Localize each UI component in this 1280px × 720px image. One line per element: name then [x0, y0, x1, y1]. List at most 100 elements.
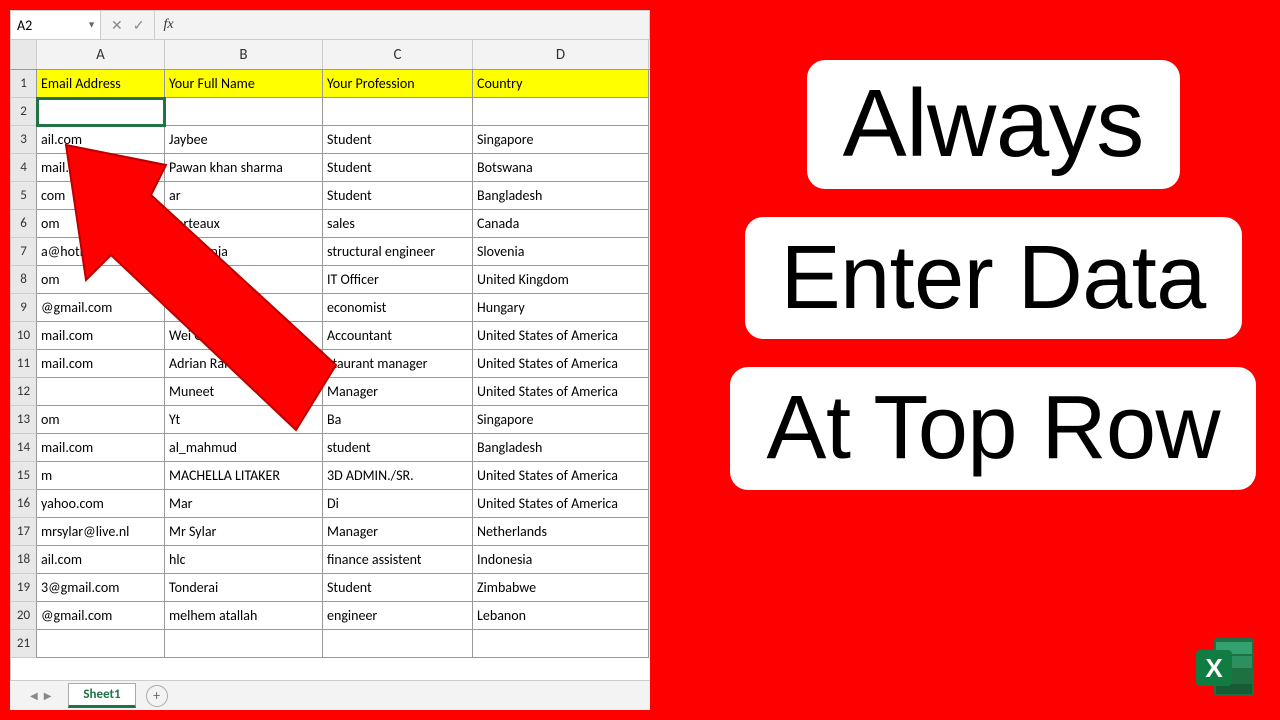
cell[interactable]: Yt: [165, 406, 323, 434]
column-header[interactable]: D: [473, 40, 649, 69]
cell[interactable]: om: [37, 266, 165, 294]
cell[interactable]: Jaybee: [165, 126, 323, 154]
cell[interactable]: [323, 98, 473, 126]
row-header[interactable]: 14: [11, 434, 37, 462]
cell[interactable]: Barteaux: [165, 210, 323, 238]
row-header[interactable]: 21: [11, 630, 37, 658]
row-header[interactable]: 19: [11, 574, 37, 602]
cell[interactable]: United States of America: [473, 350, 649, 378]
cell[interactable]: engineer: [323, 602, 473, 630]
cell[interactable]: Mr Sylar: [165, 518, 323, 546]
cell[interactable]: Hungary: [473, 294, 649, 322]
cell[interactable]: Student: [323, 126, 473, 154]
cell[interactable]: Mar: [165, 490, 323, 518]
cell[interactable]: [37, 378, 165, 406]
cell[interactable]: com: [37, 182, 165, 210]
cell[interactable]: yahoo.com: [37, 490, 165, 518]
cell[interactable]: Di: [323, 490, 473, 518]
confirm-icon[interactable]: ✓: [133, 17, 145, 34]
name-box[interactable]: A2 ▼: [11, 11, 101, 39]
row-header[interactable]: 17: [11, 518, 37, 546]
row-header[interactable]: 9: [11, 294, 37, 322]
cell[interactable]: Ba: [323, 406, 473, 434]
cell[interactable]: [165, 98, 323, 126]
cell[interactable]: al_mahmud: [165, 434, 323, 462]
cell[interactable]: economist: [323, 294, 473, 322]
cell[interactable]: ail.com: [37, 546, 165, 574]
cell[interactable]: IT Officer: [323, 266, 473, 294]
cell[interactable]: melhem atallah: [165, 602, 323, 630]
row-header[interactable]: 7: [11, 238, 37, 266]
cell[interactable]: sales: [323, 210, 473, 238]
cell[interactable]: Netherlands: [473, 518, 649, 546]
cell[interactable]: Student: [323, 182, 473, 210]
cell[interactable]: Singapore: [473, 406, 649, 434]
cell[interactable]: mail.com: [37, 350, 165, 378]
cell[interactable]: Adrian Ramirez: [165, 350, 323, 378]
tab-next-icon[interactable]: ▶: [44, 689, 52, 702]
row-header[interactable]: 20: [11, 602, 37, 630]
cell[interactable]: n Kravanja: [165, 238, 323, 266]
column-header[interactable]: C: [323, 40, 473, 69]
cell[interactable]: United Kingdom: [473, 266, 649, 294]
cell[interactable]: Student: [323, 574, 473, 602]
row-header[interactable]: 3: [11, 126, 37, 154]
cell[interactable]: Tonderai: [165, 574, 323, 602]
cell[interactable]: United States of America: [473, 378, 649, 406]
row-header[interactable]: 13: [11, 406, 37, 434]
cell[interactable]: ail.com: [37, 126, 165, 154]
cell[interactable]: ar: [165, 182, 323, 210]
cell[interactable]: Canada: [473, 210, 649, 238]
row-header[interactable]: 10: [11, 322, 37, 350]
cell[interactable]: 3@gmail.com: [37, 574, 165, 602]
row-header[interactable]: 2: [11, 98, 37, 126]
cell[interactable]: mail.com: [37, 322, 165, 350]
cell[interactable]: Zimbabwe: [473, 574, 649, 602]
cell[interactable]: Your Profession: [323, 70, 473, 98]
cell[interactable]: mail.com: [37, 434, 165, 462]
cell[interactable]: hlc: [165, 546, 323, 574]
row-header[interactable]: 15: [11, 462, 37, 490]
cell[interactable]: Muneet: [165, 378, 323, 406]
cell[interactable]: Indonesia: [473, 546, 649, 574]
column-header[interactable]: B: [165, 40, 323, 69]
cell[interactable]: om: [37, 210, 165, 238]
sheet-tab[interactable]: Sheet1: [68, 683, 135, 708]
row-header[interactable]: 5: [11, 182, 37, 210]
select-all-corner[interactable]: [11, 40, 37, 69]
cell[interactable]: [37, 630, 165, 658]
cell[interactable]: @gmail.com: [37, 602, 165, 630]
cell[interactable]: mrsylar@live.nl: [37, 518, 165, 546]
cell[interactable]: Manager: [323, 378, 473, 406]
cell[interactable]: MACHELLA LITAKER: [165, 462, 323, 490]
spreadsheet-grid[interactable]: 1Email AddressYour Full NameYour Profess…: [10, 70, 650, 680]
fx-label[interactable]: fx: [155, 17, 173, 33]
row-header[interactable]: 1: [11, 70, 37, 98]
cell[interactable]: om: [37, 406, 165, 434]
cell[interactable]: Your Full Name: [165, 70, 323, 98]
cell[interactable]: 3D ADMIN./SR.: [323, 462, 473, 490]
row-header[interactable]: 6: [11, 210, 37, 238]
cell[interactable]: Email Address: [37, 70, 165, 98]
row-header[interactable]: 12: [11, 378, 37, 406]
cell[interactable]: United States of America: [473, 322, 649, 350]
column-header[interactable]: A: [37, 40, 165, 69]
row-header[interactable]: 11: [11, 350, 37, 378]
cell[interactable]: Mil: [165, 266, 323, 294]
cell[interactable]: Bangladesh: [473, 434, 649, 462]
cell[interactable]: student: [323, 434, 473, 462]
tab-nav[interactable]: ◀ ▶: [30, 689, 51, 702]
cell[interactable]: @gmail.com: [37, 294, 165, 322]
cell[interactable]: [37, 98, 165, 126]
cell[interactable]: [323, 630, 473, 658]
cell[interactable]: [165, 630, 323, 658]
row-header[interactable]: 8: [11, 266, 37, 294]
cell[interactable]: Pawan khan sharma: [165, 154, 323, 182]
cell[interactable]: m: [37, 462, 165, 490]
cancel-icon[interactable]: ✕: [111, 17, 123, 34]
cell[interactable]: United States of America: [473, 490, 649, 518]
cell[interactable]: Lebanon: [473, 602, 649, 630]
cell[interactable]: [473, 630, 649, 658]
cell[interactable]: finance assistent: [323, 546, 473, 574]
cell[interactable]: United States of America: [473, 462, 649, 490]
